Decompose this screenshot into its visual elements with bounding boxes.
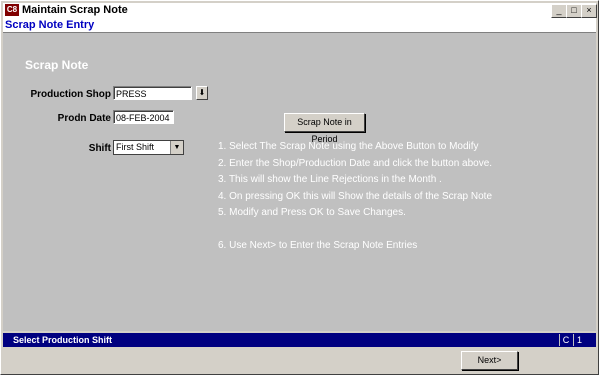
- production-shop-dropdown-button[interactable]: ⬇: [196, 86, 208, 100]
- shift-select[interactable]: First Shift ▼: [113, 140, 184, 155]
- window-title: Maintain Scrap Note: [22, 4, 128, 16]
- instruction-line: 3. This will show the Line Rejections in…: [218, 174, 442, 185]
- form-title-bar: Scrap Note Entry: [3, 18, 596, 33]
- status-mode: C: [559, 334, 572, 346]
- instructions: 1. Select The Scrap Note using the Above…: [218, 139, 492, 255]
- status-message: Select Production Shift: [13, 335, 113, 345]
- shift-select-value: First Shift: [116, 142, 155, 152]
- next-button[interactable]: Next>: [461, 351, 518, 370]
- instruction-line: 5. Modify and Press OK to Save Changes.: [218, 207, 406, 218]
- instruction-line: 1. Select The Scrap Note using the Above…: [218, 141, 479, 152]
- app-icon: C8: [5, 4, 19, 16]
- section-heading: Scrap Note: [25, 58, 89, 72]
- instruction-line: 6. Use Next> to Enter the Scrap Note Ent…: [218, 240, 418, 251]
- close-button[interactable]: ×: [581, 4, 597, 18]
- shift-label: Shift: [88, 143, 111, 154]
- scrap-note-in-period-button[interactable]: Scrap Note in Period: [284, 113, 365, 144]
- form-content: Scrap Note Production Shop PRESS ⬇ Prodn…: [3, 33, 596, 331]
- instruction-line: 2. Enter the Shop/Production Date and cl…: [218, 157, 493, 169]
- prodn-date-label: Prodn Date: [57, 113, 111, 124]
- minimize-button[interactable]: _: [551, 4, 567, 18]
- instruction-line: 4. On pressing OK this will Show the det…: [218, 190, 493, 202]
- chevron-down-icon[interactable]: ▼: [170, 141, 183, 154]
- instruction-line: [218, 222, 492, 239]
- arrow-down-icon: ⬇: [198, 88, 206, 97]
- form-title: Scrap Note Entry: [5, 19, 95, 31]
- prodn-date-field[interactable]: 08-FEB-2004: [113, 110, 174, 124]
- production-shop-label: Production Shop: [30, 89, 111, 100]
- status-bar: Select Production Shift C 1: [3, 333, 596, 347]
- title-bar[interactable]: C8 Maintain Scrap Note _ □ ×: [3, 3, 597, 18]
- footer-bar: Next>: [3, 347, 596, 372]
- status-count: 1: [573, 334, 599, 346]
- main-window: C8 Maintain Scrap Note _ □ × Scrap Note …: [0, 0, 599, 375]
- production-shop-field[interactable]: PRESS: [113, 86, 192, 100]
- maximize-button[interactable]: □: [566, 4, 582, 18]
